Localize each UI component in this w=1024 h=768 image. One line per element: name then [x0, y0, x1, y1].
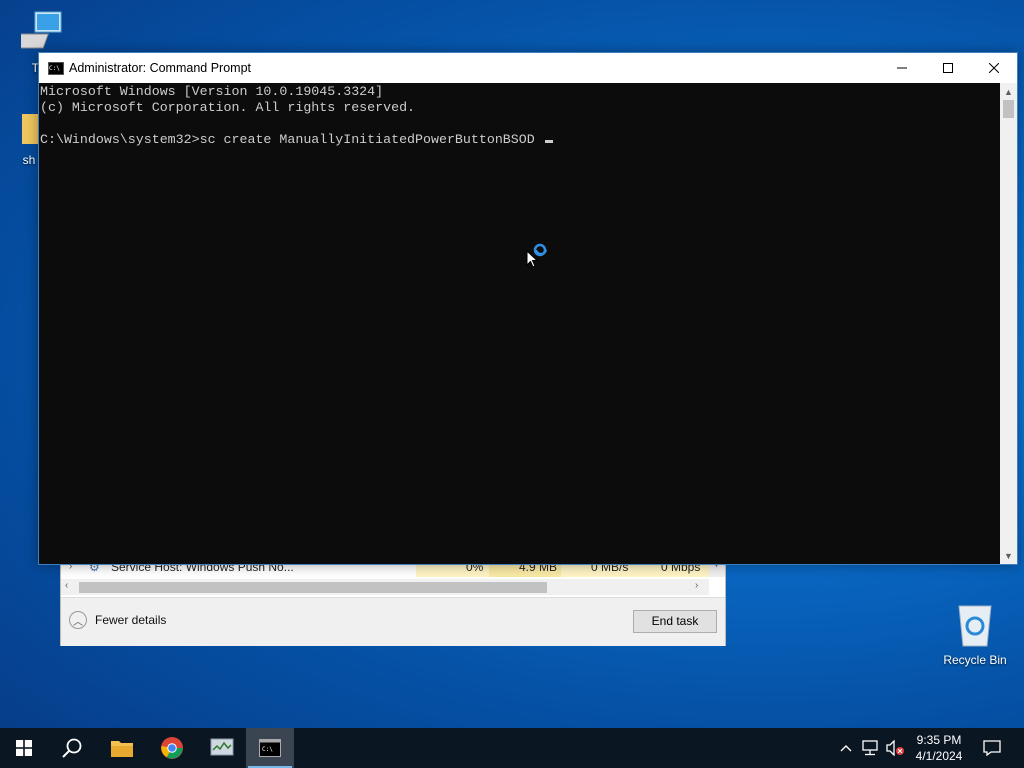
recycle-bin-icon: [958, 605, 992, 647]
fewer-details-label: Fewer details: [95, 613, 167, 627]
horizontal-scrollbar[interactable]: ‹ ›: [61, 579, 709, 595]
maximize-icon: [943, 63, 953, 73]
command-prompt-window: C:\ Administrator: Command Prompt Micros…: [38, 52, 1018, 565]
notification-icon: [983, 740, 1001, 756]
terminal-output: Microsoft Windows [Version 10.0.19045.33…: [40, 84, 553, 148]
start-button[interactable]: [0, 728, 48, 768]
computer-icon: [12, 11, 62, 49]
folder-icon: [22, 114, 40, 144]
command-prompt-taskbar-button[interactable]: C:\: [246, 728, 294, 768]
chevron-up-icon: ︿: [69, 611, 87, 629]
title-bar[interactable]: C:\ Administrator: Command Prompt: [39, 53, 1017, 83]
loading-ring-icon: [533, 243, 547, 257]
desktop-icon-recycle-bin[interactable]: Recycle Bin: [938, 600, 1012, 667]
terminal-line: (c) Microsoft Corporation. All rights re…: [40, 100, 416, 115]
chevron-up-icon: [840, 745, 852, 752]
fewer-details-button[interactable]: ︿ Fewer details: [69, 609, 166, 631]
chrome-icon: [161, 737, 183, 759]
volume-button[interactable]: [884, 728, 906, 768]
search-icon: [62, 738, 82, 758]
task-manager-footer: ︿ Fewer details End task: [61, 597, 725, 646]
volume-muted-icon: [886, 740, 904, 756]
windows-logo-icon: [16, 740, 32, 756]
maximize-button[interactable]: [925, 53, 971, 83]
scrollbar-thumb[interactable]: [79, 582, 547, 593]
file-explorer-button[interactable]: [98, 728, 146, 768]
scroll-right-icon[interactable]: ›: [695, 580, 698, 591]
show-hidden-icons-button[interactable]: [836, 728, 856, 768]
desktop-icon-folder[interactable]: sh: [0, 108, 40, 167]
cmd-icon: C:\: [259, 739, 281, 757]
scrollbar-thumb[interactable]: [1003, 100, 1014, 118]
notifications-button[interactable]: [978, 728, 1006, 768]
task-manager-icon: [210, 738, 234, 756]
network-icon: [862, 740, 878, 756]
terminal-prompt-line: C:\Windows\system32>sc create ManuallyIn…: [40, 132, 543, 147]
chrome-button[interactable]: [148, 728, 196, 768]
end-task-button[interactable]: End task: [633, 610, 717, 633]
svg-text:C:\: C:\: [262, 746, 273, 753]
terminal-line: Microsoft Windows [Version 10.0.19045.33…: [40, 84, 384, 99]
terminal-area[interactable]: Microsoft Windows [Version 10.0.19045.33…: [39, 83, 1000, 564]
scroll-left-icon[interactable]: ‹: [65, 580, 68, 591]
clock-time: 9:35 PM: [916, 733, 962, 747]
minimize-icon: [897, 67, 907, 69]
window-title: Administrator: Command Prompt: [69, 61, 252, 75]
text-cursor: [544, 140, 553, 143]
network-button[interactable]: [860, 728, 882, 768]
search-button[interactable]: [48, 728, 96, 768]
scroll-up-icon[interactable]: ▲: [1000, 83, 1017, 100]
close-button[interactable]: [971, 53, 1017, 83]
folder-icon: [111, 741, 133, 757]
taskbar: C:\ 9:35 PM 4/1/2024: [0, 728, 1024, 768]
task-manager-button[interactable]: [198, 728, 246, 768]
desktop-icon-label: Recycle Bin: [943, 653, 1007, 667]
clock[interactable]: 9:35 PM 4/1/2024: [904, 732, 974, 764]
clock-date: 4/1/2024: [915, 749, 963, 763]
desktop-icon-label: sh: [22, 153, 36, 167]
cmd-app-icon: C:\: [48, 62, 64, 75]
close-icon: [989, 63, 999, 73]
minimize-button[interactable]: [879, 53, 925, 83]
scroll-down-icon[interactable]: ▼: [1000, 547, 1017, 564]
vertical-scrollbar[interactable]: ▲ ▼: [1000, 83, 1017, 564]
